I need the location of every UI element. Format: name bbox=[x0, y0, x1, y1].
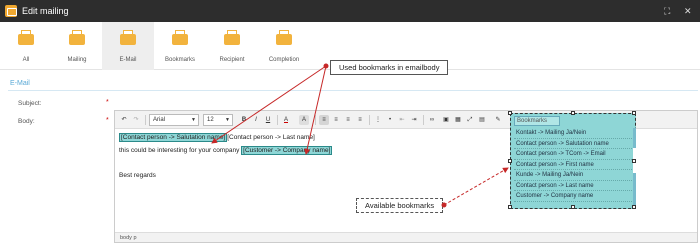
bookmarks-dropdown[interactable]: Bookmarks Kontakt -> Mailing Ja/Nein Con… bbox=[508, 111, 636, 209]
bookmark-option[interactable]: Contact person -> Last name bbox=[514, 181, 632, 191]
resize-handle[interactable] bbox=[571, 111, 575, 115]
bullet-list-icon[interactable]: • bbox=[385, 115, 395, 125]
align-right-icon[interactable]: ≡ bbox=[343, 115, 353, 125]
source-code-icon[interactable]: ▤ bbox=[477, 115, 487, 125]
align-left-icon[interactable]: ≡ bbox=[319, 115, 329, 125]
editor-line: this could be interesting for your compa… bbox=[119, 146, 333, 155]
bookmark-company-name[interactable]: [Customer -> Company name] bbox=[241, 146, 333, 155]
font-family-select[interactable]: Arial ▼ bbox=[149, 114, 199, 126]
tab-label: Completion bbox=[268, 57, 300, 63]
closing-text: Best regards bbox=[119, 172, 156, 179]
tab-mailing[interactable]: Mailing bbox=[51, 22, 103, 70]
tab-label: Recipient bbox=[219, 57, 245, 63]
editor-line: [Contact person -> Salutation name] [Cont… bbox=[119, 133, 315, 142]
tab-all[interactable]: All bbox=[0, 22, 52, 70]
envelope-icon bbox=[69, 30, 85, 46]
subject-input[interactable] bbox=[114, 98, 698, 108]
section-divider bbox=[8, 90, 698, 91]
envelope-icon bbox=[224, 30, 240, 46]
bookmark-option[interactable]: Contact person -> Salutation name bbox=[514, 139, 632, 149]
tab-label: Mailing bbox=[67, 57, 87, 63]
editor-path-bar: body p bbox=[115, 232, 697, 242]
resize-handle[interactable] bbox=[508, 159, 512, 163]
resize-handle[interactable] bbox=[571, 205, 575, 209]
bookmarks-list: Kontakt -> Mailing Ja/Nein Contact perso… bbox=[514, 128, 632, 202]
envelope-icon bbox=[172, 30, 188, 46]
bookmark-option[interactable]: Kunde -> Mailing Ja/Nein bbox=[514, 170, 632, 181]
tab-email[interactable]: E-Mail bbox=[102, 22, 154, 70]
table-icon[interactable]: ▦ bbox=[453, 115, 463, 125]
fullscreen-editor-icon[interactable]: ⤢ bbox=[465, 115, 475, 125]
font-family-value: Arial bbox=[153, 117, 166, 123]
envelope-icon bbox=[276, 30, 292, 46]
bold-button[interactable]: B bbox=[239, 115, 249, 125]
bookmark-salutation[interactable]: [Contact person -> Salutation name] bbox=[119, 133, 228, 142]
resize-handle[interactable] bbox=[508, 205, 512, 209]
justify-icon[interactable]: ≡ bbox=[355, 115, 365, 125]
tab-recipient[interactable]: Recipient bbox=[206, 22, 258, 70]
bookmarks-dropdown-header: Bookmarks bbox=[514, 116, 560, 126]
bookmark-last-name[interactable]: [Contact person -> Last name] bbox=[227, 134, 315, 141]
background-color-button[interactable]: A bbox=[299, 115, 309, 125]
required-mark: * bbox=[106, 117, 109, 124]
available-bookmarks-callout: Available bookmarks bbox=[356, 198, 444, 213]
subject-label: Subject: bbox=[18, 100, 42, 107]
tab-completion[interactable]: Completion bbox=[258, 22, 310, 70]
body-text: this could be interesting for your compa… bbox=[119, 147, 240, 154]
underline-button[interactable]: U bbox=[263, 115, 273, 125]
indent-icon[interactable]: ⇥ bbox=[409, 115, 419, 125]
resize-handle[interactable] bbox=[632, 159, 636, 163]
resize-handle[interactable] bbox=[508, 111, 512, 115]
font-size-select[interactable]: 12 ▼ bbox=[203, 114, 233, 126]
resize-handle[interactable] bbox=[632, 111, 636, 115]
close-icon[interactable]: ✕ bbox=[684, 6, 692, 16]
body-label: Body: bbox=[18, 118, 35, 125]
image-icon[interactable]: ▣ bbox=[441, 115, 451, 125]
envelope-icon bbox=[120, 30, 136, 46]
undo-icon[interactable]: ↶ bbox=[119, 115, 129, 125]
bookmark-option[interactable]: Contact person -> First name bbox=[514, 160, 632, 170]
font-color-button[interactable]: A bbox=[281, 115, 291, 125]
redo-icon[interactable]: ↷ bbox=[131, 115, 141, 125]
required-mark: * bbox=[106, 99, 109, 106]
outdent-icon[interactable]: ⇤ bbox=[397, 115, 407, 125]
numbered-list-icon[interactable]: ⋮ bbox=[373, 115, 383, 125]
window-title: Edit mailing bbox=[22, 6, 69, 16]
italic-button[interactable]: I bbox=[251, 115, 261, 125]
bookmark-option[interactable]: Contact person -> TCom -> Email bbox=[514, 149, 632, 160]
section-title: E-Mail bbox=[10, 80, 30, 87]
align-center-icon[interactable]: ≡ bbox=[331, 115, 341, 125]
tab-label: Bookmarks bbox=[164, 57, 195, 63]
title-bar: Edit mailing ⛶ ✕ bbox=[0, 0, 700, 22]
tab-bookmarks[interactable]: Bookmarks bbox=[154, 22, 206, 70]
envelope-icon bbox=[18, 30, 34, 46]
tab-label: All bbox=[22, 57, 30, 63]
link-icon[interactable]: ∞ bbox=[427, 115, 437, 125]
resize-handle[interactable] bbox=[632, 205, 636, 209]
dropdown-scrollbar[interactable] bbox=[633, 128, 636, 206]
font-size-value: 12 bbox=[207, 117, 214, 123]
mail-app-icon bbox=[5, 5, 17, 17]
used-bookmarks-callout: Used bookmarks in emailbody bbox=[330, 60, 449, 75]
bookmark-option[interactable]: Kontakt -> Mailing Ja/Nein bbox=[514, 128, 632, 139]
paste-icon[interactable]: ✎ bbox=[493, 115, 503, 125]
tab-label: E-Mail bbox=[119, 57, 137, 63]
bookmark-option[interactable]: Customer -> Company name bbox=[514, 191, 632, 202]
fullscreen-icon[interactable]: ⛶ bbox=[664, 6, 670, 16]
